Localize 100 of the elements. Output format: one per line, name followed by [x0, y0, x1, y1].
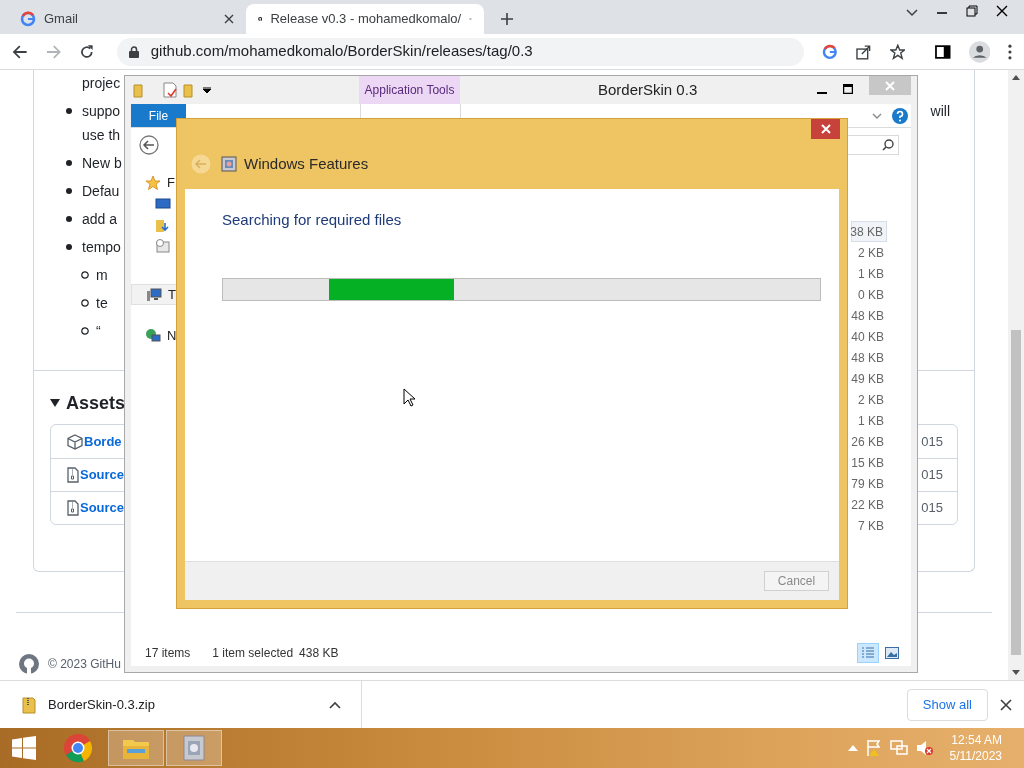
speaker-muted-icon[interactable]	[915, 740, 934, 756]
selection-size: 438 KB	[299, 645, 339, 662]
google-icon[interactable]	[822, 43, 838, 60]
asset-link[interactable]: Source	[80, 465, 125, 485]
list-text: te	[96, 293, 108, 313]
chevron-down-icon[interactable]	[906, 9, 918, 17]
file-size[interactable]: 48 KB	[851, 347, 887, 368]
nav-item[interactable]: F	[131, 172, 211, 193]
side-panel-icon[interactable]	[935, 43, 951, 60]
chevron-down-icon[interactable]	[872, 112, 882, 119]
download-filename: BorderSkin-0.3.zip	[48, 695, 155, 714]
asset-date: 015	[921, 466, 943, 485]
back-icon	[191, 154, 211, 174]
bullet-icon	[66, 216, 72, 222]
url-text: github.com/mohamedkomalo/BorderSkin/releases/tag/0.3	[150, 41, 533, 62]
list-text: will	[930, 101, 950, 121]
computer-icon	[146, 286, 162, 303]
list-text: Defau	[82, 181, 120, 201]
scroll-down-icon[interactable]	[1012, 670, 1020, 675]
bullet-icon	[66, 160, 72, 166]
properties-icon[interactable]	[163, 82, 177, 98]
file-size[interactable]: 22 KB	[851, 494, 887, 515]
details-view-icon	[861, 647, 875, 659]
asset-link[interactable]: Source	[80, 498, 125, 518]
pointer-icon	[403, 388, 415, 407]
forward-icon	[45, 43, 62, 60]
file-size[interactable]: 49 KB	[851, 368, 887, 389]
selection-info: 1 item selected	[212, 645, 294, 662]
star-icon[interactable]	[889, 43, 906, 60]
reload-icon[interactable]	[79, 43, 95, 60]
google-icon	[20, 11, 36, 27]
scrollbar-thumb[interactable]	[1011, 330, 1021, 655]
zip-file-icon	[67, 467, 79, 483]
asset-link[interactable]: Borde	[84, 431, 122, 452]
asset-date: 015	[921, 432, 943, 451]
asset-date: 015	[921, 499, 943, 518]
address-bar[interactable]: github.com/mohamedkomalo/BorderSkin/releases/tag/0.3	[116, 37, 805, 66]
zip-folder-icon	[22, 695, 36, 714]
list-text: use th	[82, 125, 121, 145]
file-size[interactable]: 2 KB	[851, 242, 887, 263]
windows-logo-icon	[12, 736, 36, 760]
context-tab[interactable]: Application Tools	[359, 76, 460, 104]
browser-tab[interactable]: Release v0.3 - mohamedkomalo/	[246, 4, 484, 34]
file-size[interactable]: 26 KB	[851, 431, 887, 452]
back-icon[interactable]	[12, 43, 28, 60]
lock-icon	[128, 45, 139, 58]
show-all-button[interactable]: Show all	[906, 688, 988, 721]
assets-heading: Assets	[66, 391, 126, 415]
file-size[interactable]: 1 KB	[851, 263, 887, 284]
status-message: Searching for required files	[222, 210, 403, 230]
nav-item[interactable]: N	[131, 325, 211, 346]
monitor-icon	[155, 195, 171, 212]
triangle-down-icon[interactable]	[50, 398, 60, 408]
nav-label: N	[167, 326, 177, 345]
file-size[interactable]: 15 KB	[851, 452, 887, 473]
tab-title: Release v0.3 - mohamedkomalo/	[270, 10, 462, 29]
menu-icon[interactable]	[1008, 43, 1012, 60]
profile-icon[interactable]	[968, 40, 991, 63]
close-button[interactable]	[811, 119, 840, 139]
file-size[interactable]: 2 KB	[851, 389, 887, 410]
help-icon[interactable]	[892, 107, 908, 124]
bullet-icon	[66, 188, 72, 194]
file-size[interactable]: 48 KB	[851, 305, 887, 326]
nav-label: T	[168, 285, 176, 304]
file-size[interactable]: 7 KB	[851, 515, 887, 536]
file-size[interactable]: 79 KB	[851, 473, 887, 494]
bullet-icon	[66, 244, 72, 250]
file-size[interactable]: 38 KB	[851, 221, 887, 242]
github-icon	[18, 653, 40, 675]
browser-tab[interactable]: Gmail	[8, 4, 246, 34]
ribbon-tab[interactable]: File	[131, 104, 186, 127]
list-text: “	[96, 321, 101, 341]
scrollbar[interactable]	[1008, 70, 1024, 680]
star-icon	[145, 174, 161, 191]
list-text: m	[96, 265, 108, 285]
tab-title: Gmail	[44, 10, 79, 29]
dropdown-icon[interactable]	[203, 87, 211, 93]
footer-text: © 2023 GitHu	[48, 656, 121, 673]
network-globe-icon	[145, 327, 161, 344]
picture-view-icon	[885, 647, 899, 659]
search-icon	[882, 139, 894, 151]
list-text: add a	[82, 209, 118, 229]
file-size[interactable]: 0 KB	[851, 284, 887, 305]
back-icon[interactable]	[139, 135, 159, 155]
file-size[interactable]: 40 KB	[851, 326, 887, 347]
maximize-icon[interactable]	[843, 83, 853, 94]
bullet-icon	[81, 299, 89, 307]
scroll-up-icon[interactable]	[1012, 75, 1020, 80]
plus-icon[interactable]	[500, 12, 514, 26]
item-count: 17 items	[145, 645, 191, 662]
list-text: suppo	[82, 101, 121, 121]
chrome-logo-icon	[63, 733, 93, 763]
file-size[interactable]: 1 KB	[851, 410, 887, 431]
restore-icon[interactable]	[966, 5, 978, 17]
share-icon[interactable]	[855, 43, 872, 60]
dialog-title: Windows Features	[244, 153, 369, 174]
bullet-icon	[81, 327, 89, 335]
window-title: BorderSkin 0.3	[598, 79, 698, 100]
chevron-up-icon[interactable]	[329, 700, 341, 709]
list-text: projec	[82, 73, 121, 93]
